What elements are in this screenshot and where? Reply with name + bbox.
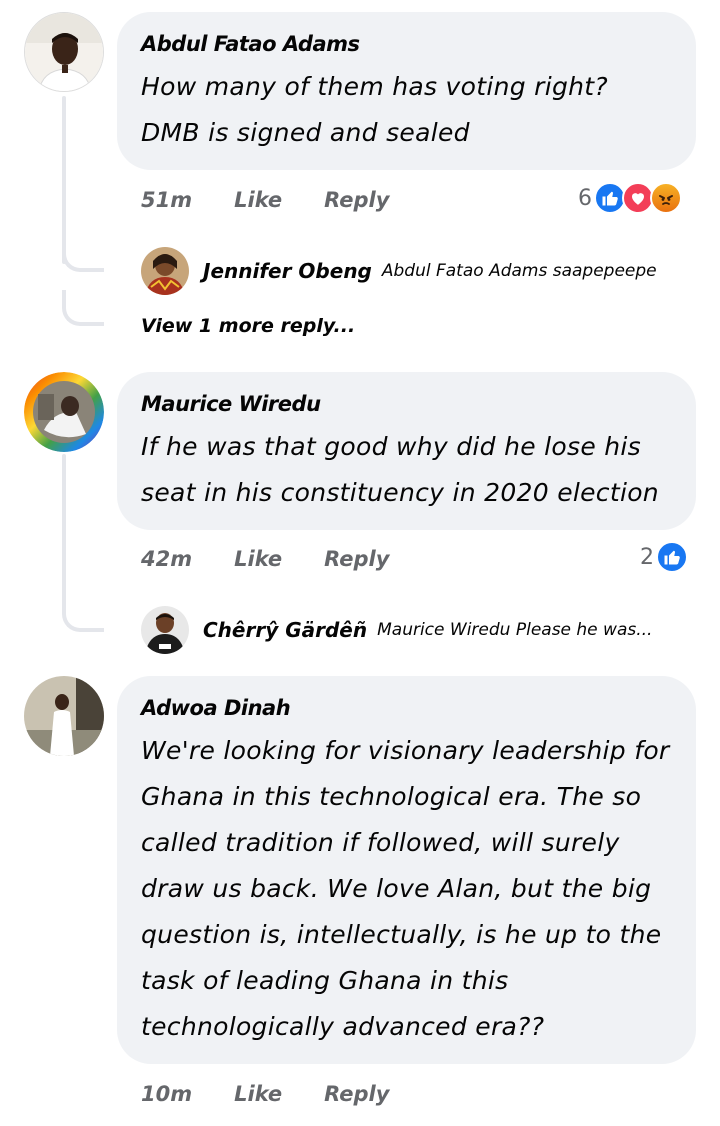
reaction-count: 2 <box>640 544 654 570</box>
reaction-summary[interactable]: 2 <box>640 541 688 573</box>
comment-author[interactable]: Abdul Fatao Adams <box>141 32 672 56</box>
thread-line <box>62 454 66 604</box>
reply-text: Abdul Fatao Adams saapepeepe <box>381 261 657 281</box>
avatar[interactable] <box>24 676 104 756</box>
comment-actions: 10m Like Reply <box>141 1082 389 1106</box>
reply-author[interactable]: Jennifer Obeng <box>203 259 372 283</box>
comment-actions: 42m Like Reply <box>141 547 389 571</box>
comment-time: 10m <box>141 1082 193 1106</box>
comment-author[interactable]: Maurice Wiredu <box>141 392 672 416</box>
comment-text: We're looking for visionary leadership f… <box>141 736 670 1041</box>
avatar-photo <box>141 606 189 654</box>
avatar-photo <box>141 247 189 295</box>
comment-time: 51m <box>141 188 193 212</box>
comment-bubble: Adwoa Dinah We're looking for visionary … <box>117 676 696 1064</box>
reply-author[interactable]: Chêrrŷ Gärdêñ <box>203 618 367 642</box>
comment-text: If he was that good why did he lose his … <box>141 432 659 507</box>
reply-text: Maurice Wiredu Please he was... <box>377 620 653 640</box>
comment-bubble: Abdul Fatao Adams How many of them has v… <box>117 12 696 170</box>
like-button[interactable]: Like <box>234 188 282 212</box>
avatar-photo <box>25 13 103 91</box>
reaction-count: 6 <box>578 185 592 211</box>
avatar-photo <box>24 372 104 452</box>
reply-button[interactable]: Reply <box>324 547 389 571</box>
reaction-summary[interactable]: 6 <box>578 182 682 214</box>
reply-button[interactable]: Reply <box>324 188 389 212</box>
avatar[interactable] <box>24 372 104 452</box>
like-icon <box>656 541 688 573</box>
comment-author[interactable]: Adwoa Dinah <box>141 696 672 720</box>
avatar[interactable] <box>141 606 189 654</box>
reply-preview[interactable]: Jennifer Obeng Abdul Fatao Adams saapepe… <box>141 247 657 295</box>
comment-actions: 51m Like Reply <box>141 188 389 212</box>
comment-bubble: Maurice Wiredu If he was that good why d… <box>117 372 696 530</box>
thread-branch <box>62 290 104 326</box>
avatar-photo <box>24 676 104 756</box>
reply-preview[interactable]: Chêrrŷ Gärdêñ Maurice Wiredu Please he w… <box>141 606 652 654</box>
thread-branch <box>62 236 104 272</box>
avatar[interactable] <box>24 12 104 92</box>
like-button[interactable]: Like <box>234 547 282 571</box>
reply-button[interactable]: Reply <box>324 1082 389 1106</box>
comment-text: How many of them has voting right? DMB i… <box>141 72 608 147</box>
like-button[interactable]: Like <box>234 1082 282 1106</box>
comment-time: 42m <box>141 547 193 571</box>
thread-branch <box>62 596 104 632</box>
view-more-replies-link[interactable]: View 1 more reply... <box>141 315 355 337</box>
avatar[interactable] <box>141 247 189 295</box>
angry-icon <box>650 182 682 214</box>
